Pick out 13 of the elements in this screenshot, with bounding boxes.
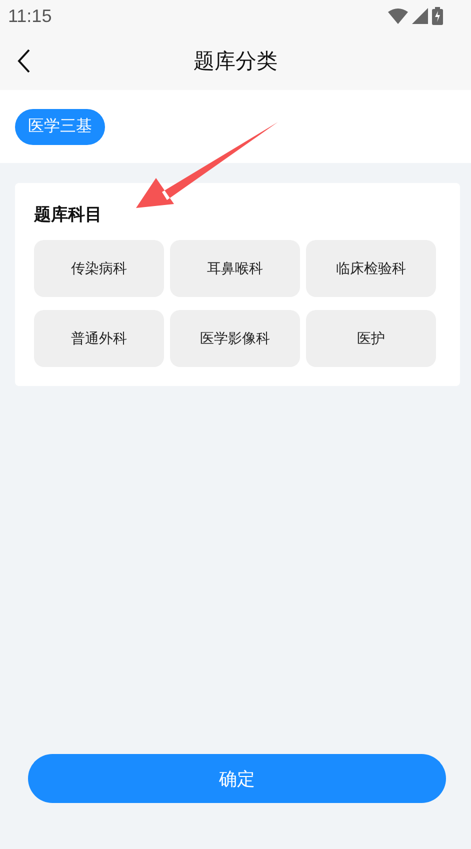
back-icon[interactable]	[17, 49, 31, 73]
subject-button[interactable]: 临床检验科	[306, 240, 436, 297]
subject-button[interactable]: 普通外科	[34, 310, 164, 367]
subject-button[interactable]: 传染病科	[34, 240, 164, 297]
subject-button[interactable]: 耳鼻喉科	[170, 240, 300, 297]
subject-button[interactable]: 医学影像科	[170, 310, 300, 367]
page-title: 题库分类	[194, 48, 278, 75]
status-time: 11:15	[8, 6, 52, 26]
battery-icon	[432, 7, 443, 25]
wifi-icon	[388, 8, 408, 24]
signal-icon	[412, 8, 428, 24]
section-title: 题库科目	[34, 204, 103, 226]
subject-button[interactable]: 医护	[306, 310, 436, 367]
